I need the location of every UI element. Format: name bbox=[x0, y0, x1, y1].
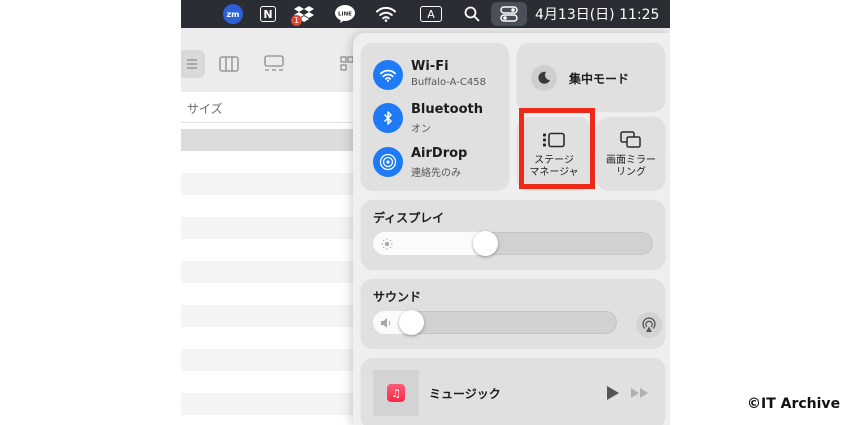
airdrop-title: AirDrop bbox=[411, 146, 468, 161]
bluetooth-toggle[interactable]: Bluetooth オン bbox=[373, 100, 503, 136]
notion-menu-item[interactable]: N bbox=[258, 4, 278, 24]
airdrop-status: 連絡先のみ bbox=[411, 168, 461, 179]
sound-tile: サウンド bbox=[361, 279, 665, 348]
dropbox-menu-item[interactable]: 1 bbox=[291, 4, 316, 26]
grid-icon bbox=[340, 56, 354, 71]
gallery-view-icon bbox=[264, 55, 284, 71]
now-playing-app-label: ミュージック bbox=[429, 387, 501, 401]
zoom-menu-item[interactable]: zm bbox=[222, 4, 244, 24]
network-tile: Wi-Fi Buffalo-A-C458 Bluetooth オン AirDro… bbox=[361, 43, 509, 190]
wifi-network-name: Buffalo-A-C458 bbox=[411, 77, 486, 88]
wifi-toggle[interactable]: Wi-Fi Buffalo-A-C458 bbox=[373, 57, 503, 93]
line-label: LINE bbox=[338, 12, 352, 18]
dropbox-badge: 1 bbox=[291, 15, 302, 26]
column-view-icon bbox=[219, 56, 239, 72]
sun-icon bbox=[380, 237, 393, 250]
control-center-panel: Wi-Fi Buffalo-A-C458 Bluetooth オン AirDro… bbox=[353, 33, 670, 425]
volume-knob[interactable] bbox=[398, 310, 424, 335]
bluetooth-toggle-icon bbox=[373, 103, 403, 133]
menu-clock[interactable]: 4月13日(日) 11:25 bbox=[535, 4, 663, 24]
airdrop-toggle[interactable]: AirDrop 連絡先のみ bbox=[373, 144, 503, 180]
focus-mode-label: 集中モード bbox=[569, 72, 630, 86]
bluetooth-status: オン bbox=[411, 124, 431, 135]
menu-bar: zm N 1 LINE A 4月13日(日) 11:25 bbox=[181, 0, 670, 28]
search-icon bbox=[464, 6, 480, 22]
next-track-button[interactable] bbox=[629, 384, 651, 402]
column-view-button[interactable] bbox=[215, 50, 243, 78]
airplay-button[interactable] bbox=[636, 312, 662, 338]
wifi-icon bbox=[380, 69, 396, 82]
line-icon: LINE bbox=[335, 5, 355, 23]
brightness-knob[interactable] bbox=[472, 231, 498, 256]
display-title: ディスプレイ bbox=[373, 211, 445, 225]
wifi-toggle-icon bbox=[373, 60, 403, 90]
screen-mirroring-tile[interactable]: 画面ミラー リング bbox=[597, 117, 665, 190]
gallery-view-button[interactable] bbox=[259, 50, 289, 78]
sound-title: サウンド bbox=[373, 290, 422, 304]
play-icon bbox=[607, 386, 619, 400]
fast-forward-icon bbox=[631, 388, 648, 398]
list-view-button[interactable] bbox=[181, 50, 205, 78]
wifi-menu-item[interactable] bbox=[375, 4, 397, 24]
screenshot-area: zm N 1 LINE A 4月13日(日) 11:25 サイズ Wi-Fi B… bbox=[181, 0, 670, 425]
volume-slider[interactable] bbox=[373, 310, 617, 335]
now-playing-tile[interactable]: ♫ ミュージック bbox=[361, 358, 665, 425]
screen-mirroring-label: 画面ミラー リング bbox=[606, 155, 656, 178]
bluetooth-title: Bluetooth bbox=[411, 102, 483, 117]
control-center-menu-item[interactable] bbox=[491, 2, 527, 26]
size-column-label: サイズ bbox=[187, 102, 223, 116]
airdrop-icon bbox=[379, 153, 397, 171]
list-view-icon bbox=[187, 59, 197, 69]
airplay-audio-icon bbox=[642, 317, 656, 332]
airdrop-toggle-icon bbox=[373, 147, 403, 177]
display-tile: ディスプレイ bbox=[361, 200, 665, 269]
brightness-slider[interactable] bbox=[373, 231, 653, 256]
screen-mirroring-icon bbox=[597, 129, 665, 151]
input-source-menu-item[interactable]: A bbox=[418, 4, 444, 24]
bluetooth-icon bbox=[383, 111, 392, 125]
line-menu-item[interactable]: LINE bbox=[334, 4, 356, 24]
wifi-title: Wi-Fi bbox=[411, 59, 449, 74]
speaker-icon bbox=[380, 316, 393, 329]
input-source-icon: A bbox=[420, 6, 442, 22]
wifi-icon bbox=[376, 6, 396, 22]
copyright-credit: ©IT Archive bbox=[747, 396, 841, 412]
focus-mode-tile[interactable]: 集中モード bbox=[517, 43, 665, 111]
stage-manager-highlight-box bbox=[519, 108, 595, 189]
album-art: ♫ bbox=[373, 370, 419, 416]
music-app-icon: ♫ bbox=[387, 384, 405, 402]
moon-icon bbox=[531, 65, 557, 91]
spotlight-menu-item[interactable] bbox=[462, 4, 482, 24]
notion-icon: N bbox=[260, 6, 276, 22]
zoom-icon: zm bbox=[223, 4, 243, 24]
control-center-icon bbox=[500, 6, 518, 22]
play-button[interactable] bbox=[605, 384, 621, 402]
